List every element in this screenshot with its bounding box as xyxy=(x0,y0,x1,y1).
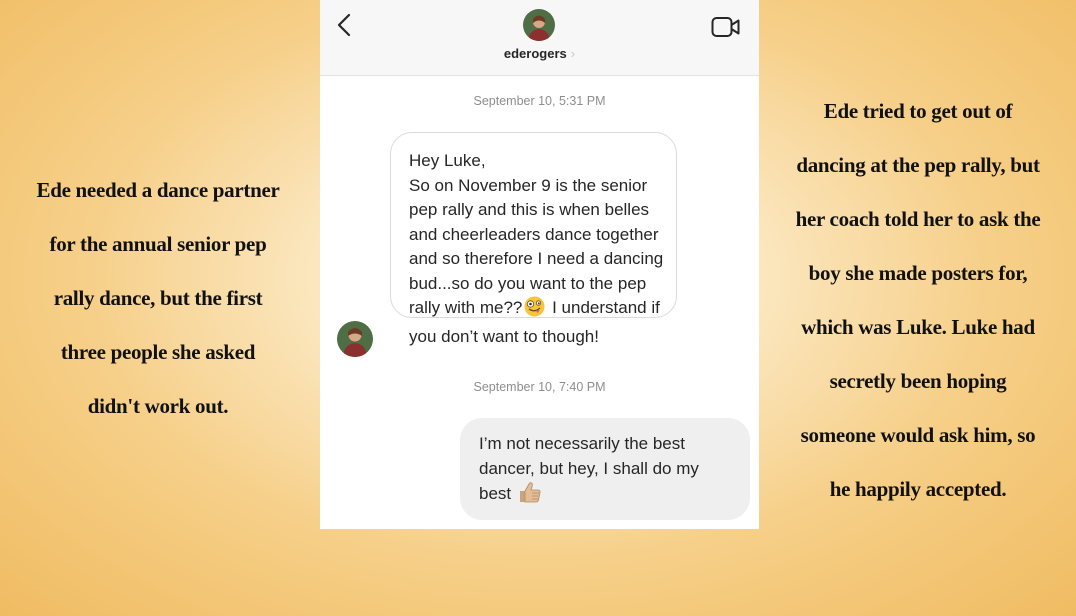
left-caption-line: rally dance, but the first xyxy=(53,286,263,310)
zany-face-emoji xyxy=(524,296,545,325)
chat-screen: ederogers › September 10, 5:31 PM Hey Luk… xyxy=(320,0,759,529)
message-line: pep rally and this is when belles xyxy=(409,200,650,219)
sender-avatar[interactable] xyxy=(337,321,373,357)
message-line: and so therefore I need a dancing xyxy=(409,249,664,268)
message-line-with-emoji: best xyxy=(479,481,732,511)
message-line: I’m not necessarily the best xyxy=(479,434,685,453)
message-timestamp: September 10, 5:31 PM xyxy=(473,94,606,108)
message-line-with-emoji: rally with me?? I understand if xyxy=(409,296,660,325)
message-text: I understand if xyxy=(547,298,660,317)
message-line: So on November 9 is the senior xyxy=(409,175,648,195)
message-line: bud...so do you want to the pep xyxy=(409,273,647,293)
message-text: rally with me?? xyxy=(409,298,523,317)
username: ederogers xyxy=(503,46,567,61)
left-caption-line: didn't work out. xyxy=(87,394,229,418)
right-caption-line: boy she made posters for, xyxy=(808,261,1028,285)
message-line: Hey Luke, xyxy=(409,151,486,170)
right-caption: Ede tried to get out of dancing at the p… xyxy=(772,84,1064,516)
right-caption-line: which was Luke. Luke had xyxy=(801,315,1035,339)
left-caption: Ede needed a dance partner for the annua… xyxy=(18,163,298,433)
header-avatar[interactable] xyxy=(523,9,555,41)
right-caption-line: Ede tried to get out of xyxy=(823,99,1013,123)
message-line: dancer, but hey, I shall do my xyxy=(479,458,699,478)
back-chevron-icon[interactable] xyxy=(334,12,358,38)
message-line: you don’t want to though! xyxy=(409,326,599,346)
video-camera-icon[interactable] xyxy=(711,16,741,38)
username-link[interactable]: ederogers › xyxy=(320,46,759,61)
outgoing-message-bubble[interactable]: I’m not necessarily the best dancer, but… xyxy=(460,418,750,520)
chat-header: ederogers › xyxy=(320,0,759,76)
left-caption-line: for the annual senior pep xyxy=(49,232,267,256)
right-caption-line: secretly been hoping xyxy=(829,369,1007,393)
message-text: best xyxy=(479,484,512,503)
right-caption-line: her coach told her to ask the xyxy=(795,207,1041,231)
left-caption-line: Ede needed a dance partner xyxy=(36,178,280,202)
incoming-message-bubble[interactable]: Hey Luke, So on November 9 is the senior… xyxy=(390,132,677,346)
left-caption-line: three people she asked xyxy=(60,340,256,364)
chevron-right-icon: › xyxy=(570,46,576,61)
thumbs-up-emoji xyxy=(518,481,542,511)
right-caption-line: someone would ask him, so xyxy=(800,423,1036,447)
message-timestamp: September 10, 7:40 PM xyxy=(473,380,606,394)
right-caption-line: dancing at the pep rally, but xyxy=(796,153,1040,177)
message-line: and cheerleaders dance together xyxy=(409,224,659,244)
right-caption-line: he happily accepted. xyxy=(829,477,1007,501)
